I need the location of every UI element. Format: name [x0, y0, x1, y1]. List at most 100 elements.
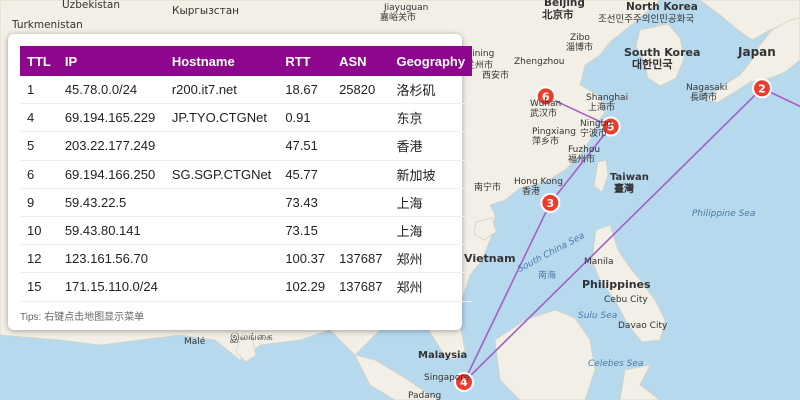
cell-hostname	[164, 216, 279, 246]
map-label-wuhan: Wuhan	[530, 99, 561, 109]
map-label-philippines: Philippines	[582, 278, 651, 291]
map-label-uzbekistan: Uzbekistan	[62, 0, 120, 11]
map-label-padang: Padang	[408, 391, 441, 400]
cell-rtt: 45.77	[278, 160, 333, 189]
map-label-beijing: Beijing	[544, 0, 585, 9]
map-label-manila: Manila	[584, 257, 614, 267]
cell-geography: 香港	[389, 131, 473, 161]
cell-asn	[332, 131, 390, 161]
table-row: 12 123.161.56.70 100.37 137687 郑州	[20, 244, 473, 274]
table-row: 1 45.78.0.0/24 r200.it7.net 18.67 25820 洛杉矶	[20, 76, 473, 105]
map-label-zibo: Zibo	[570, 33, 590, 43]
cell-rtt: 47.51	[278, 131, 333, 161]
table-row: 15 171.15.110.0/24 102.29 137687 郑州	[20, 272, 473, 302]
hop-marker[interactable]: 2	[751, 78, 772, 99]
col-ip: IP	[57, 46, 165, 76]
cell-hostname	[164, 244, 279, 274]
cell-rtt: 102.29	[278, 272, 333, 302]
cell-rtt: 100.37	[278, 244, 333, 274]
cell-ttl: 9	[20, 188, 58, 217]
traceroute-panel: TTL IP Hostname RTT ASN Geography 1 45.78…	[8, 34, 473, 330]
map-label-nagasaki: Nagasaki	[686, 83, 727, 93]
map-label-ningbo-cn: 宁波市	[580, 127, 607, 139]
cell-ip: 45.78.0.0/24	[57, 76, 165, 105]
cell-ttl: 10	[20, 216, 58, 246]
cell-geography: 东京	[389, 103, 473, 133]
cell-ttl: 5	[20, 131, 58, 161]
map-label-turkmenistan: Turkmenistan	[11, 19, 83, 31]
hop-marker[interactable]: 3	[540, 192, 561, 213]
map-label-jiayuguan-cn: 嘉峪关市	[380, 11, 416, 23]
map-label-fuzhou-cn: 福州市	[568, 153, 595, 165]
map-label-south-korea-local: 대한민국	[632, 57, 672, 71]
map-label-wuhan-cn: 武汉市	[530, 107, 557, 119]
cell-ip: 69.194.165.229	[57, 103, 165, 133]
hops-table: TTL IP Hostname RTT ASN Geography 1 45.78…	[20, 46, 473, 302]
map-label-south-china-sea-cn: 南海	[538, 269, 556, 281]
map-label-philippine-sea: Philippine Sea	[692, 209, 755, 219]
table-row: 6 69.194.166.250 SG.SGP.CTGNet 45.77 新加坡	[20, 160, 473, 189]
table-row: 5 203.22.177.249 47.51 香港	[20, 131, 473, 161]
tips-text: Tips: 右键点击地图显示菜单	[20, 312, 145, 323]
cell-ttl: 1	[20, 76, 58, 105]
map-label-north-korea-local: 조선민주주의인민공화국	[598, 14, 694, 25]
table-row: 9 59.43.22.5 73.43 上海	[20, 188, 473, 217]
map-label-malaysia: Malaysia	[418, 350, 467, 361]
col-geography: Geography	[389, 46, 473, 76]
map-label-nagasaki-jp: 長崎市	[690, 91, 717, 103]
col-asn: ASN	[332, 46, 390, 76]
cell-asn	[332, 103, 390, 133]
map-label-kyrgyzstan: Кыргызстан	[172, 5, 239, 17]
map-label-japan: Japan	[737, 45, 776, 59]
cell-geography: 郑州	[389, 244, 473, 274]
col-hostname: Hostname	[164, 46, 279, 76]
cell-geography: 洛杉矶	[389, 76, 473, 105]
cell-ip: 69.194.166.250	[57, 160, 165, 189]
cell-ip: 59.43.80.141	[57, 216, 165, 246]
cell-rtt: 18.67	[278, 76, 333, 105]
cell-rtt: 0.91	[278, 103, 333, 133]
cell-rtt: 73.15	[278, 216, 333, 246]
map-label-shanghai-cn: 上海市	[588, 101, 615, 113]
map-label-sulu-sea: Sulu Sea	[578, 311, 617, 321]
col-rtt: RTT	[278, 46, 333, 76]
map-label-singapore: Singapore	[424, 373, 470, 383]
map-label-hong-kong-cn: 香港	[522, 185, 540, 197]
hop-marker-label: 2	[758, 82, 766, 95]
cell-asn: 25820	[332, 76, 390, 105]
cell-geography: 郑州	[389, 272, 473, 302]
map-label-ningbo: Ningbo	[580, 119, 612, 129]
map-label-pingxiang-cn: 萍乡市	[532, 135, 559, 147]
map-label-pingxiang: Pingxiang	[532, 127, 576, 137]
cell-ip: 59.43.22.5	[57, 188, 165, 217]
map-label-jiayuguan: Jiayuguan	[383, 3, 428, 13]
cell-asn	[332, 216, 390, 246]
cell-ttl: 6	[20, 160, 58, 189]
cell-asn	[332, 188, 390, 217]
map-label-taiwan: Taiwan	[610, 172, 649, 183]
cell-ttl: 12	[20, 244, 58, 274]
hop-marker-label: 3	[546, 197, 554, 210]
cell-geography: 上海	[389, 188, 473, 217]
table-row: 10 59.43.80.141 73.15 上海	[20, 216, 473, 246]
map-label-nanning: 南宁市	[474, 181, 501, 193]
map-label-beijing-cn: 北京市	[542, 8, 574, 21]
cell-ip: 171.15.110.0/24	[57, 272, 165, 302]
cell-ttl: 15	[20, 272, 58, 302]
cell-hostname: r200.it7.net	[164, 76, 279, 105]
cell-asn	[332, 160, 390, 189]
map-label-shanghai: Shanghai	[586, 93, 628, 103]
cell-hostname: SG.SGP.CTGNet	[164, 160, 279, 189]
cell-asn: 137687	[332, 244, 390, 274]
map-label-xian: 西安市	[482, 69, 509, 81]
map-label-male: Malé	[184, 336, 206, 347]
map-label-zibo-cn: 淄博市	[566, 41, 593, 53]
cell-geography: 上海	[389, 216, 473, 246]
cell-hostname	[164, 131, 279, 161]
cell-rtt: 73.43	[278, 188, 333, 217]
cell-geography: 新加坡	[389, 160, 473, 189]
cell-hostname: JP.TYO.CTGNet	[164, 103, 279, 133]
map-label-hong-kong: Hong Kong	[514, 177, 563, 187]
map-label-davao: Davao City	[618, 321, 668, 331]
cell-asn: 137687	[332, 272, 390, 302]
